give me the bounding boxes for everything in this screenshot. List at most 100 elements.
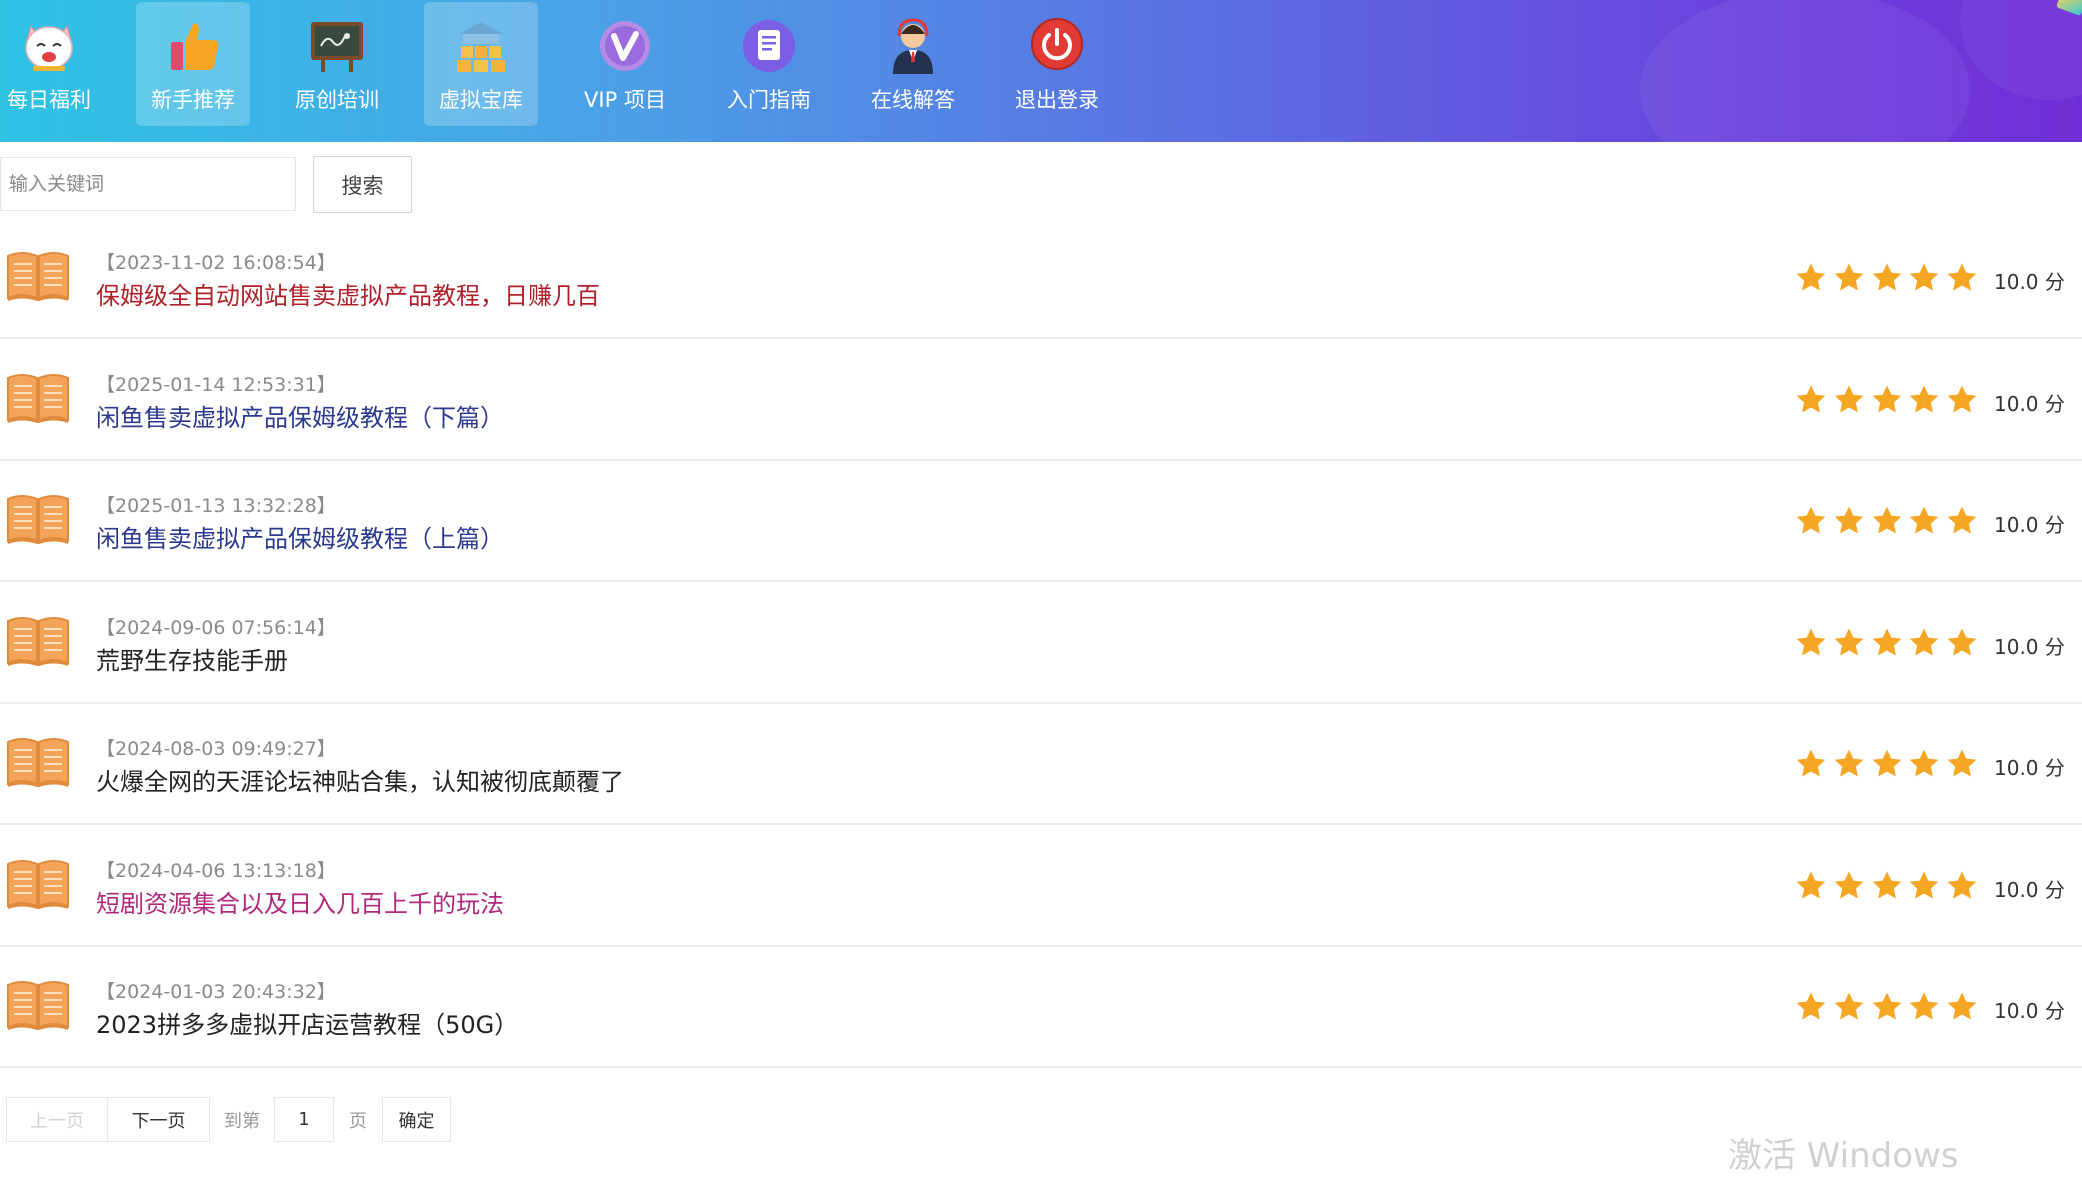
list-item[interactable]: 【2024-01-03 20:43:32】 2023拼多多虚拟开店运营教程（50G… [0, 947, 2082, 1068]
star-icon [1947, 992, 1977, 1020]
nav-item-beginner-recommend[interactable]: 新手推荐 [136, 2, 250, 126]
goto-label: 到第 [224, 1111, 260, 1132]
star-icon [1834, 749, 1864, 777]
nav-label: 在线解答 [871, 88, 955, 112]
item-title-link[interactable]: 荒野生存技能手册 [96, 641, 288, 676]
item-title-link[interactable]: 短剧资源集合以及日入几百上千的玩法 [96, 884, 504, 919]
header-decoration [1640, 0, 1970, 142]
item-title-link[interactable]: 闲鱼售卖虚拟产品保姆级教程（上篇） [96, 519, 504, 554]
star-icon [1947, 263, 1977, 291]
document-icon [743, 20, 795, 72]
list-item[interactable]: 【2023-11-02 16:08:54】 保姆级全自动网站售卖虚拟产品教程，日赚… [0, 218, 2082, 339]
star-icon [1910, 628, 1939, 655]
star-icon [1834, 871, 1864, 898]
star-icon [1834, 385, 1864, 412]
item-score: 10.0 分 [1994, 756, 2065, 780]
windows-activation-watermark: 激活 Windows [1728, 1136, 1959, 1176]
star-icon [1796, 992, 1826, 1020]
item-title-link[interactable]: 2023拼多多虚拟开店运营教程（50G） [96, 1005, 518, 1040]
header-decoration [1960, 0, 2082, 100]
nav-label: 每日福利 [7, 88, 91, 112]
book-icon [7, 495, 69, 544]
star-icon [1872, 749, 1901, 777]
star-icon [1834, 506, 1864, 534]
nav-label: 退出登录 [1015, 88, 1099, 112]
vip-icon [600, 21, 650, 71]
star-icon [1910, 385, 1939, 412]
nav-item-original-training[interactable]: 原创培训 [280, 2, 394, 126]
nav-item-logout[interactable]: 退出登录 [1000, 2, 1114, 126]
star-icon [1910, 871, 1939, 898]
item-score: 10.0 分 [1994, 270, 2065, 294]
search-input[interactable] [0, 157, 296, 211]
star-icon [1796, 263, 1826, 291]
star-icon [1872, 871, 1901, 898]
star-icon [1910, 992, 1939, 1020]
star-icon [1947, 871, 1977, 898]
nav-item-virtual-vault[interactable]: 虚拟宝库 [424, 2, 538, 126]
star-icon [1947, 506, 1977, 534]
blackboard-icon [311, 22, 363, 72]
item-date: 【2024-08-03 09:49:27】 [96, 738, 336, 760]
star-icon [1834, 992, 1864, 1020]
nav-item-online-answers[interactable]: 在线解答 [856, 2, 970, 126]
star-icon [1872, 992, 1901, 1020]
nav-label: 入门指南 [727, 88, 811, 112]
star-icon [1872, 385, 1901, 412]
item-title-link[interactable]: 保姆级全自动网站售卖虚拟产品教程，日赚几百 [96, 276, 600, 311]
star-icon [1947, 628, 1977, 655]
page-number-input[interactable] [274, 1097, 334, 1142]
star-icon [1834, 628, 1864, 655]
star-icon [1947, 385, 1977, 412]
nav-item-getting-started[interactable]: 入门指南 [712, 2, 826, 126]
list-item[interactable]: 【2025-01-14 12:53:31】 闲鱼售卖虚拟产品保姆级教程（下篇） 10… [0, 340, 2082, 461]
item-date: 【2025-01-14 12:53:31】 [96, 373, 336, 396]
item-score: 10.0 分 [1994, 634, 2065, 659]
item-date: 【2025-01-13 13:32:28】 [96, 495, 336, 517]
book-icon [7, 738, 69, 787]
item-title-link[interactable]: 闲鱼售卖虚拟产品保姆级教程（下篇） [96, 398, 504, 433]
power-icon [1031, 18, 1083, 70]
list-item[interactable]: 【2025-01-13 13:32:28】 闲鱼售卖虚拟产品保姆级教程（上篇） 10… [0, 461, 2082, 582]
prev-page-button[interactable]: 上一页 [6, 1097, 108, 1142]
star-icon [1910, 263, 1939, 291]
list-item[interactable]: 【2024-09-06 07:56:14】 荒野生存技能手册 10.0 分 [0, 583, 2082, 704]
item-title-link[interactable]: 火爆全网的天涯论坛神贴合集，认知被彻底颠覆了 [96, 762, 624, 797]
search-button[interactable]: 搜索 [313, 156, 412, 213]
book-icon [7, 373, 69, 423]
item-score: 10.0 分 [1994, 391, 2065, 416]
next-page-button[interactable]: 下一页 [107, 1097, 210, 1142]
star-icon [1910, 506, 1939, 534]
star-icon [1947, 749, 1977, 777]
item-date: 【2024-09-06 07:56:14】 [96, 616, 336, 639]
star-icon [1872, 263, 1901, 291]
nav-label: 新手推荐 [151, 88, 235, 112]
lucky-cat-icon [25, 24, 73, 71]
warehouse-icon [457, 22, 505, 72]
star-icon [1872, 628, 1901, 655]
top-navigation-bar: 每日福利 新手推荐 原创培训 虚拟宝库 VIP 项目 入门指南 在线解答 退出登… [0, 0, 2082, 142]
book-icon [7, 252, 69, 301]
page-suffix-label: 页 [349, 1111, 367, 1132]
item-date: 【2024-01-03 20:43:32】 [96, 981, 336, 1003]
support-agent-icon [893, 18, 933, 74]
thumbs-up-icon [171, 23, 219, 71]
confirm-page-button[interactable]: 确定 [382, 1097, 451, 1142]
nav-item-daily-benefits[interactable]: 每日福利 [0, 2, 106, 126]
star-icon [1910, 749, 1939, 777]
list-item[interactable]: 【2024-08-03 09:49:27】 火爆全网的天涯论坛神贴合集，认知被彻底… [0, 704, 2082, 825]
star-icon [1796, 871, 1826, 898]
book-icon [7, 981, 69, 1030]
nav-label: 虚拟宝库 [439, 88, 523, 112]
item-score: 10.0 分 [1994, 877, 2065, 902]
item-date: 【2023-11-02 16:08:54】 [96, 252, 336, 274]
star-icon [1796, 628, 1826, 655]
nav-label: VIP 项目 [584, 88, 666, 112]
nav-label: 原创培训 [295, 88, 379, 112]
list-item[interactable]: 【2024-04-06 13:13:18】 短剧资源集合以及日入几百上千的玩法 10… [0, 826, 2082, 947]
nav-item-vip-projects[interactable]: VIP 项目 [568, 2, 682, 126]
star-icon [1872, 506, 1901, 534]
book-icon [7, 616, 69, 666]
star-icon [1796, 749, 1826, 777]
item-date: 【2024-04-06 13:13:18】 [96, 859, 336, 882]
